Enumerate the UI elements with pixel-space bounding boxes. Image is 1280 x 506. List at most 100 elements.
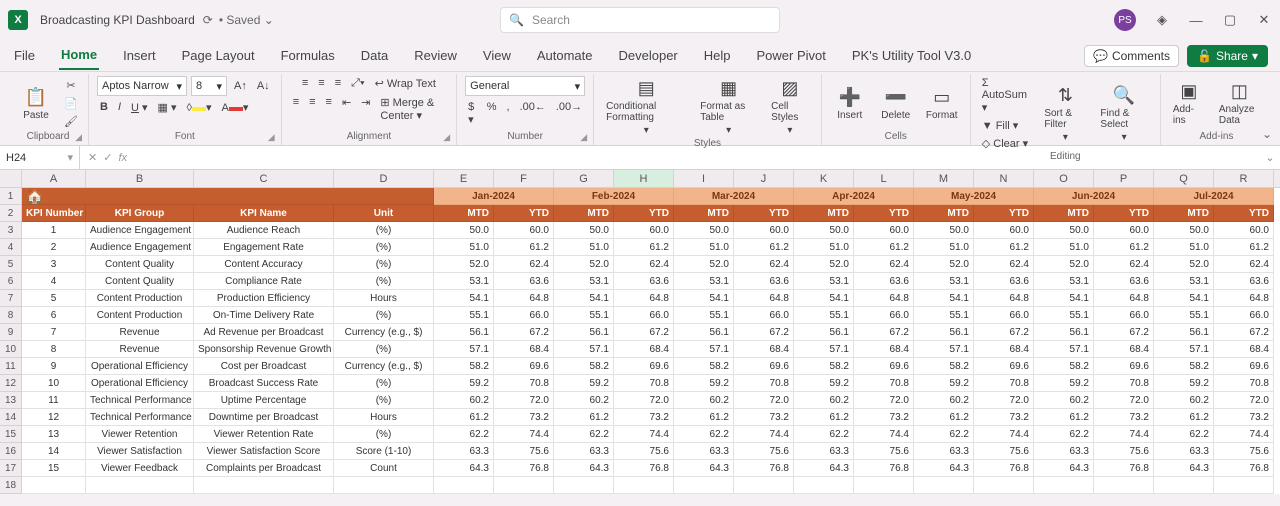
cell[interactable]: Audience Engagement — [86, 239, 194, 256]
cell[interactable]: Cost per Broadcast — [194, 358, 334, 375]
cell[interactable]: 57.1 — [554, 341, 614, 358]
cell[interactable]: 60.2 — [1034, 392, 1094, 409]
cell[interactable]: 58.2 — [554, 358, 614, 375]
cell[interactable]: 66.0 — [614, 307, 674, 324]
cell[interactable]: 60.0 — [494, 222, 554, 239]
cell[interactable]: 75.6 — [854, 443, 914, 460]
increase-decimal-button[interactable]: .00← — [517, 100, 549, 127]
cell[interactable]: 54.1 — [434, 290, 494, 307]
cell[interactable]: 60.2 — [674, 392, 734, 409]
cell[interactable]: 58.2 — [674, 358, 734, 375]
tab-page-layout[interactable]: Page Layout — [180, 42, 257, 69]
cell[interactable]: (%) — [334, 392, 434, 409]
column-header-P[interactable]: P — [1094, 170, 1154, 187]
search-box[interactable]: 🔍 Search — [500, 7, 780, 33]
cell[interactable]: 67.2 — [494, 324, 554, 341]
cell[interactable]: Currency (e.g., $) — [334, 324, 434, 341]
cell[interactable]: 74.4 — [614, 426, 674, 443]
cell[interactable]: 68.4 — [734, 341, 794, 358]
column-header-D[interactable]: D — [334, 170, 434, 187]
cell[interactable]: 12 — [22, 409, 86, 426]
cell[interactable]: 61.2 — [734, 239, 794, 256]
cell[interactable]: 9 — [22, 358, 86, 375]
cell[interactable]: 50.0 — [674, 222, 734, 239]
increase-indent-button[interactable]: ⇥ — [358, 95, 373, 123]
row-header[interactable]: 15 — [0, 426, 22, 443]
cell[interactable]: 68.4 — [854, 341, 914, 358]
cell[interactable]: 75.6 — [734, 443, 794, 460]
cell[interactable]: 69.6 — [974, 358, 1034, 375]
clear-button[interactable]: ◇ Clear ▾ — [979, 136, 1035, 151]
copy-button[interactable]: 📄 — [62, 96, 80, 112]
align-top-button[interactable]: ≡ — [299, 76, 311, 91]
cell[interactable]: (%) — [334, 256, 434, 273]
table-header[interactable]: MTD — [1154, 205, 1214, 222]
row-header[interactable]: 9 — [0, 324, 22, 341]
cell[interactable]: 64.3 — [914, 460, 974, 477]
cell[interactable]: 50.0 — [1034, 222, 1094, 239]
cell[interactable]: 54.1 — [914, 290, 974, 307]
cell[interactable]: 64.8 — [734, 290, 794, 307]
cell[interactable]: 62.4 — [494, 256, 554, 273]
cell[interactable]: 50.0 — [1154, 222, 1214, 239]
cell[interactable]: 61.2 — [1214, 239, 1274, 256]
table-header[interactable]: YTD — [1214, 205, 1274, 222]
table-header[interactable]: MTD — [1034, 205, 1094, 222]
tab-view[interactable]: View — [481, 42, 513, 69]
cell[interactable]: (%) — [334, 222, 434, 239]
cell[interactable]: Viewer Satisfaction — [86, 443, 194, 460]
cell[interactable]: Currency (e.g., $) — [334, 358, 434, 375]
cell[interactable] — [434, 477, 494, 494]
cell[interactable]: 70.8 — [1214, 375, 1274, 392]
cell[interactable]: 63.3 — [674, 443, 734, 460]
cell[interactable]: 63.3 — [1034, 443, 1094, 460]
cell[interactable]: 66.0 — [1094, 307, 1154, 324]
increase-font-button[interactable]: A↑ — [231, 79, 250, 93]
cell[interactable]: 56.1 — [554, 324, 614, 341]
cell[interactable]: 58.2 — [1154, 358, 1214, 375]
cell[interactable]: Content Production — [86, 307, 194, 324]
column-header-J[interactable]: J — [734, 170, 794, 187]
cell[interactable]: 62.2 — [1154, 426, 1214, 443]
cell[interactable]: 62.4 — [1094, 256, 1154, 273]
name-box[interactable]: H24▾ — [0, 146, 80, 169]
cell[interactable]: 76.8 — [1094, 460, 1154, 477]
row-header[interactable]: 11 — [0, 358, 22, 375]
cell[interactable]: 63.3 — [554, 443, 614, 460]
format-cells-button[interactable]: ▭Format — [922, 85, 962, 123]
cell[interactable]: 53.1 — [794, 273, 854, 290]
cell[interactable]: 62.4 — [734, 256, 794, 273]
cell[interactable]: Content Quality — [86, 256, 194, 273]
cell[interactable]: 51.0 — [674, 239, 734, 256]
cell[interactable] — [614, 477, 674, 494]
cell[interactable]: 57.1 — [794, 341, 854, 358]
column-header-Q[interactable]: Q — [1154, 170, 1214, 187]
cell[interactable]: 66.0 — [494, 307, 554, 324]
expand-formula-bar-button[interactable]: ⌄ — [1260, 151, 1280, 164]
cell[interactable]: 53.1 — [434, 273, 494, 290]
cell[interactable]: 62.2 — [794, 426, 854, 443]
cell[interactable]: 75.6 — [1214, 443, 1274, 460]
wrap-text-button[interactable]: ↩ Wrap Text — [372, 76, 439, 91]
cell[interactable]: 70.8 — [494, 375, 554, 392]
cell[interactable]: 64.8 — [614, 290, 674, 307]
cell[interactable]: Content Production — [86, 290, 194, 307]
cell[interactable]: 66.0 — [974, 307, 1034, 324]
cell[interactable]: 52.0 — [1154, 256, 1214, 273]
cell[interactable]: (%) — [334, 375, 434, 392]
cell[interactable] — [1214, 477, 1274, 494]
cell[interactable] — [734, 477, 794, 494]
cell[interactable]: Ad Revenue per Broadcast — [194, 324, 334, 341]
cell[interactable]: 69.6 — [614, 358, 674, 375]
cell[interactable]: 52.0 — [1034, 256, 1094, 273]
font-size-select[interactable]: 8▾ — [191, 76, 227, 96]
cell[interactable]: 55.1 — [554, 307, 614, 324]
row-header[interactable]: 16 — [0, 443, 22, 460]
cell[interactable] — [494, 477, 554, 494]
cell[interactable]: 73.2 — [734, 409, 794, 426]
cell[interactable]: 57.1 — [1154, 341, 1214, 358]
row-header[interactable]: 7 — [0, 290, 22, 307]
table-header[interactable]: MTD — [434, 205, 494, 222]
cell[interactable]: 75.6 — [1094, 443, 1154, 460]
tab-help[interactable]: Help — [702, 42, 733, 69]
